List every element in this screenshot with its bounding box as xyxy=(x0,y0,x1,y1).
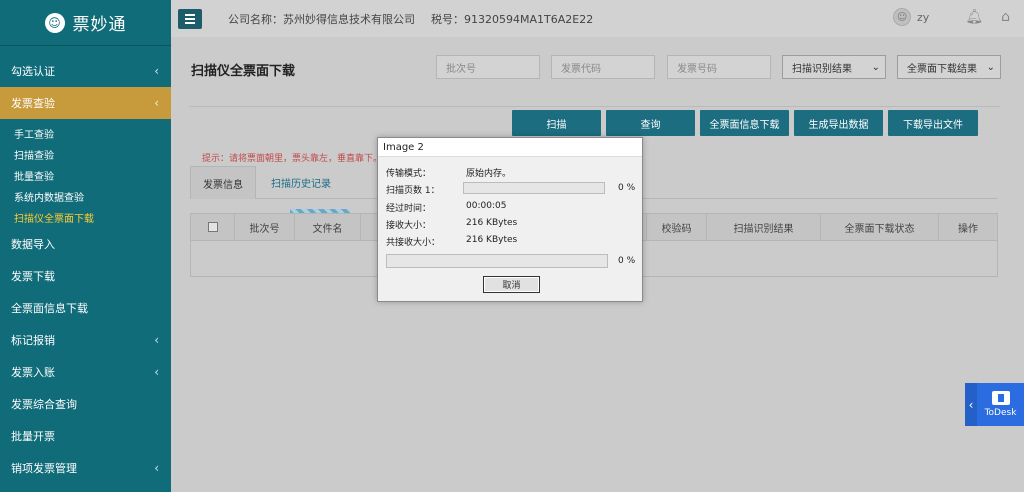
sub-item-system[interactable]: 系统内数据查验 xyxy=(0,186,171,207)
sub-item-manual[interactable]: 手工查验 xyxy=(0,123,171,144)
sidebar-item-label: 发票下载 xyxy=(11,270,55,283)
sidebar-item-label: 标记报销 xyxy=(11,334,55,347)
hamburger-icon[interactable] xyxy=(178,8,202,29)
tab-invoice-info[interactable]: 发票信息 xyxy=(190,166,256,199)
select-all-checkbox[interactable] xyxy=(207,222,218,232)
pages-label: 扫描页数 1： xyxy=(386,186,440,196)
overall-progress-percent: 0 % xyxy=(618,256,636,266)
col-actions: 操作 xyxy=(958,223,978,235)
chevron-left-icon: ‹ xyxy=(154,96,159,110)
invoice-number-input[interactable]: 发票号码 xyxy=(667,55,771,79)
query-button[interactable]: 查询 xyxy=(606,110,695,136)
total-label: 共接收大小： xyxy=(386,238,441,248)
elapsed-label: 经过时间： xyxy=(386,204,432,214)
sidebar-menu: 勾选认证 ‹ 发票查验 ‹ 手工查验 扫描查验 批量查验 系统内数据查验 扫描仪… xyxy=(0,55,171,484)
sub-item-batch[interactable]: 批量查验 xyxy=(0,165,171,186)
total-value: 216 KBytes xyxy=(466,235,518,245)
todesk-label: ToDesk xyxy=(984,408,1017,418)
page-progress-bar xyxy=(463,182,605,194)
company-name: 公司名称：苏州妙得信息技术有限公司 xyxy=(228,12,415,26)
sidebar-item-fullinfo[interactable]: 全票面信息下载 xyxy=(0,292,171,324)
sub-item-scan[interactable]: 扫描查验 xyxy=(0,144,171,165)
chevron-left-icon: ‹ xyxy=(154,365,159,379)
col-scan-result[interactable]: 扫描识别结果 xyxy=(707,214,821,240)
brand[interactable]: ☺ 票妙通 xyxy=(0,0,171,46)
generate-export-button[interactable]: 生成导出数据 xyxy=(794,110,883,136)
col-download-status[interactable]: 全票面下载状态 xyxy=(821,214,939,240)
select-all-cell xyxy=(191,214,235,240)
received-label: 接收大小： xyxy=(386,221,432,231)
sidebar-item-reimburse[interactable]: 标记报销 ‹ xyxy=(0,324,171,356)
chevron-left-icon: ‹ xyxy=(154,333,159,347)
download-result-value: 全票面下载结果 xyxy=(907,63,977,75)
invoice-code-input[interactable]: 发票代码 xyxy=(551,55,655,79)
bell-icon[interactable]: 🔔︎ xyxy=(965,9,983,25)
todesk-brand: ToDesk xyxy=(977,383,1024,426)
sidebar-item-label: 发票综合查询 xyxy=(11,398,77,411)
todesk-logo-icon xyxy=(991,391,1010,405)
chevron-left-icon: ‹ xyxy=(154,461,159,475)
sidebar-item-gouxuan[interactable]: 勾选认证 ‹ xyxy=(0,55,171,87)
sidebar-item-label: 全票面信息下载 xyxy=(11,302,88,315)
download-export-button[interactable]: 下载导出文件 xyxy=(888,110,978,136)
batch-input[interactable]: 批次号 xyxy=(436,55,540,79)
sidebar-item-import[interactable]: 数据导入 xyxy=(0,228,171,260)
dialog-title[interactable]: Image 2 xyxy=(378,138,642,157)
sidebar: ☺ 票妙通 勾选认证 ‹ 发票查验 ‹ 手工查验 扫描查验 批量查验 系统内数据… xyxy=(0,0,171,492)
hint-text: 提示：请将票面朝里，票头靠左，垂直靠下。 xyxy=(202,154,383,164)
sidebar-item-label: 发票入账 xyxy=(11,366,55,379)
sidebar-item-output[interactable]: 销项发票管理 ‹ xyxy=(0,452,171,484)
col-check-code[interactable]: 校验码 xyxy=(647,214,707,240)
page-title: 扫描仪全票面下载 xyxy=(191,64,296,79)
sidebar-item-label: 批量开票 xyxy=(11,430,55,443)
full-info-download-button[interactable]: 全票面信息下载 xyxy=(700,110,789,136)
chevron-down-icon: ⌄ xyxy=(871,61,880,73)
tax-id: 税号：91320594MA1T6A2E22 xyxy=(431,12,594,26)
sidebar-item-label: 发票查验 xyxy=(11,97,55,110)
sidebar-item-label: 数据导入 xyxy=(11,238,55,251)
avatar[interactable]: ☺ xyxy=(893,8,912,26)
overall-progress-bar xyxy=(386,254,608,268)
logo-icon: ☺ xyxy=(44,12,65,33)
topbar: 公司名称：苏州妙得信息技术有限公司 税号：91320594MA1T6A2E22 … xyxy=(171,0,1024,37)
divider xyxy=(189,106,1000,107)
transfer-mode-label: 传输模式： xyxy=(386,169,432,179)
sub-item-scanner-download[interactable]: 扫描仪全票面下载 xyxy=(0,207,171,228)
brand-name: 票妙通 xyxy=(72,15,127,35)
home-icon[interactable]: ⌂ xyxy=(1001,9,1010,25)
sidebar-item-label: 勾选认证 xyxy=(11,65,55,78)
scan-progress-dialog: Image 2 传输模式： 原始内存。 扫描页数 1： 0 % 经过时间： 00… xyxy=(377,137,643,302)
scan-result-select[interactable]: 扫描识别结果 ⌄ xyxy=(782,55,886,79)
download-result-select[interactable]: 全票面下载结果 ⌄ xyxy=(897,55,1001,79)
sidebar-item-query[interactable]: 发票综合查询 xyxy=(0,388,171,420)
page-progress-percent: 0 % xyxy=(618,183,636,193)
sidebar-item-chayan[interactable]: 发票查验 ‹ xyxy=(0,87,171,119)
elapsed-value: 00:00:05 xyxy=(466,201,507,211)
username[interactable]: zy xyxy=(917,11,929,24)
sidebar-item-download[interactable]: 发票下载 xyxy=(0,260,171,292)
received-value: 216 KBytes xyxy=(466,218,518,228)
transfer-mode-value: 原始内存。 xyxy=(466,169,512,179)
sidebar-item-accounting[interactable]: 发票入账 ‹ xyxy=(0,356,171,388)
tab-scan-history[interactable]: 扫描历史记录 xyxy=(262,166,340,199)
scan-result-value: 扫描识别结果 xyxy=(792,63,852,75)
sidebar-item-batch-issue[interactable]: 批量开票 xyxy=(0,420,171,452)
user-area: ☺ zy 🔔︎ ⌂ xyxy=(893,8,1010,26)
col-batch[interactable]: 批次号 xyxy=(235,214,295,240)
col-filename[interactable]: 文件名 xyxy=(295,214,361,240)
chevron-left-icon[interactable]: ‹ xyxy=(965,383,977,426)
todesk-widget[interactable]: ‹ ToDesk xyxy=(965,383,1024,426)
sidebar-item-label: 销项发票管理 xyxy=(11,462,77,475)
chevron-down-icon: ⌄ xyxy=(986,61,995,73)
chevron-left-icon: ‹ xyxy=(154,64,159,78)
scan-button[interactable]: 扫描 xyxy=(512,110,601,136)
cancel-button[interactable]: 取消 xyxy=(483,276,540,293)
